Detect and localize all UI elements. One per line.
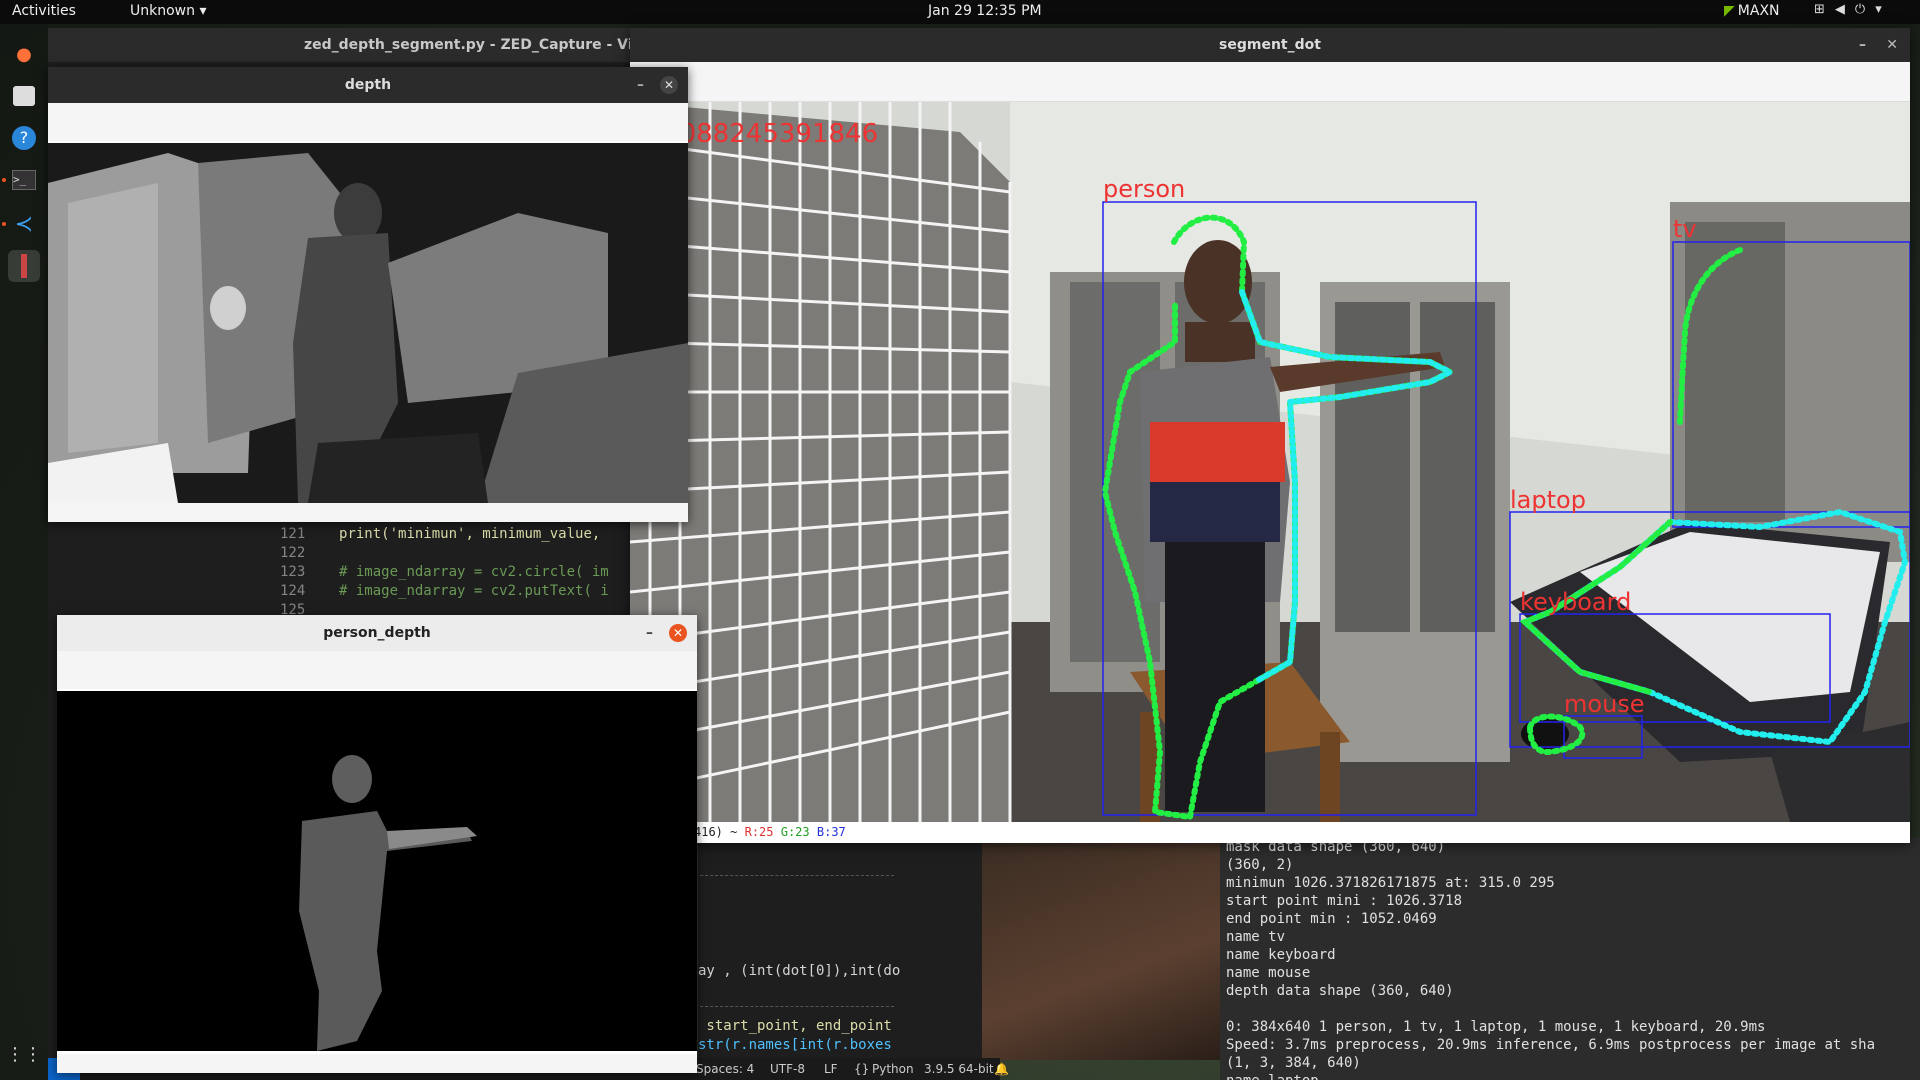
- terminal-line: name keyboard: [1226, 947, 1336, 963]
- segment-dot-titlebar[interactable]: segment_dot – ✕: [630, 28, 1910, 62]
- chevron-down-icon[interactable]: ▾: [1875, 2, 1882, 17]
- depth-titlebar[interactable]: depth – ✕: [48, 67, 688, 103]
- line-number: 123: [280, 564, 306, 580]
- app-menu[interactable]: Unknown ▾: [130, 3, 206, 19]
- terminal-icon[interactable]: >_: [8, 164, 40, 196]
- opencv-toolbar: [48, 103, 688, 141]
- tv-label: tv: [1673, 215, 1697, 243]
- segment-dot-window: segment_dot – ✕ 743088245391846 person t…: [630, 28, 1910, 843]
- power-mode-indicator[interactable]: ◤ MAXN: [1724, 3, 1780, 19]
- code-text: print('minimun', minimum_value,: [339, 526, 609, 542]
- terminal-line: minimun 1026.371826171875 at: 315.0 295: [1226, 875, 1555, 891]
- terminal-line: Speed: 3.7ms preprocess, 20.9ms inferenc…: [1226, 1037, 1876, 1053]
- code-line[interactable]: start_point, end_point: [698, 1018, 891, 1034]
- terminal-line: name mouse: [1226, 965, 1311, 981]
- background-pane: [982, 838, 1220, 1060]
- window-title: person_depth: [323, 625, 431, 641]
- power-mode-label: MAXN: [1737, 3, 1780, 19]
- terminal-line: end point min : 1052.0469: [1226, 911, 1437, 927]
- help-icon[interactable]: ?: [8, 122, 40, 154]
- code-line[interactable]: str(r.names[int(r.boxes: [698, 1037, 892, 1053]
- pixel-r: R:25: [744, 825, 774, 839]
- close-icon[interactable]: ✕: [660, 76, 678, 94]
- code-line[interactable]: 123 # image_ndarray = cv2.circle( im: [280, 564, 609, 580]
- terminal-line: depth data shape (360, 640): [1226, 983, 1454, 999]
- terminal-lines: mask data shape (360, 640) (360, 2) minimu…: [1220, 838, 1920, 1080]
- close-icon[interactable]: ✕: [1886, 28, 1898, 62]
- person-depth-view[interactable]: [57, 691, 697, 1051]
- language-status[interactable]: Python: [872, 1062, 914, 1076]
- volume-icon[interactable]: ◀: [1835, 2, 1845, 17]
- minimize-button[interactable]: –: [637, 67, 644, 103]
- running-indicator: [2, 222, 6, 226]
- close-icon[interactable]: ✕: [669, 624, 687, 642]
- vscode-icon[interactable]: ≺: [8, 208, 40, 240]
- dock-active-app[interactable]: [8, 250, 40, 282]
- depth-map-view[interactable]: [48, 143, 688, 503]
- top-bar: Activities Unknown ▾ Jan 29 12:35 PM ◤ MA…: [0, 0, 1920, 24]
- keyboard-label: keyboard: [1520, 588, 1631, 616]
- person-depth-map: [57, 691, 697, 1051]
- code-text: # image_ndarray = cv2.putText( i: [339, 583, 609, 599]
- dock: ● ? >_ ≺ ⋮⋮: [0, 24, 48, 1080]
- firefox-icon[interactable]: ●: [8, 38, 40, 70]
- divider: [700, 875, 894, 876]
- nvidia-icon: ◤: [1724, 3, 1735, 19]
- window-title: depth: [344, 77, 392, 93]
- person-label: person: [1103, 175, 1185, 203]
- pixel-g: G:23: [780, 825, 810, 839]
- divider: [700, 1006, 894, 1007]
- app-grid-icon[interactable]: ⋮⋮: [6, 1038, 42, 1070]
- network-icon[interactable]: ⊞: [1814, 2, 1825, 17]
- code-line[interactable]: 124 # image_ndarray = cv2.putText( i: [280, 583, 609, 599]
- indent-status[interactable]: Spaces: 4: [696, 1062, 754, 1076]
- window-footer: [48, 503, 688, 522]
- segmentation-scene: 743088245391846 person tv laptop keyboar…: [630, 102, 1910, 822]
- running-indicator: [2, 178, 6, 182]
- minimize-button[interactable]: –: [1859, 28, 1866, 62]
- line-number: 121: [280, 526, 306, 542]
- pixel-status-bar: 416) ~ R:25 G:23 B:37: [630, 822, 1910, 843]
- bell-icon[interactable]: 🔔: [994, 1062, 1009, 1076]
- opencv-toolbar: [630, 62, 1910, 102]
- brace-icon: {}: [854, 1062, 870, 1076]
- encoding-status[interactable]: UTF-8: [770, 1062, 805, 1076]
- window-title: segment_dot: [1219, 37, 1321, 53]
- terminal-output[interactable]: mask data shape (360, 640) (360, 2) minimu…: [1220, 838, 1920, 1080]
- line-number: 124: [280, 583, 306, 599]
- power-icon[interactable]: ⏻: [1855, 2, 1865, 17]
- segmentation-view[interactable]: 743088245391846 person tv laptop keyboar…: [630, 102, 1910, 822]
- depth-window: depth – ✕: [48, 67, 688, 522]
- vscode-title: zed_depth_segment.py - ZED_Capture - Vis…: [48, 28, 632, 62]
- minimize-button[interactable]: –: [646, 615, 653, 651]
- opencv-toolbar: [57, 651, 697, 689]
- system-tray[interactable]: ⊞ ◀ ⏻ ▾: [1814, 2, 1882, 17]
- mouse-shape: [1521, 718, 1569, 750]
- terminal-line: (1, 3, 384, 640): [1226, 1055, 1361, 1071]
- depth-map: [48, 143, 688, 503]
- files-icon[interactable]: [13, 86, 35, 106]
- person-depth-window: person_depth – ✕: [57, 615, 697, 1073]
- pixel-coord: 416) ~: [694, 825, 738, 839]
- terminal-line: start point mini : 1026.3718: [1226, 893, 1463, 909]
- activities-button[interactable]: Activities: [12, 3, 76, 19]
- code-text: # image_ndarray = cv2.circle( im: [339, 564, 609, 580]
- clock[interactable]: Jan 29 12:35 PM: [928, 3, 1042, 19]
- terminal-line: name laptop: [1226, 1072, 1920, 1080]
- mouse-label: mouse: [1564, 690, 1645, 718]
- line-number: 122: [280, 545, 306, 561]
- interpreter-status[interactable]: 3.9.5 64-bit: [924, 1062, 994, 1076]
- terminal-line: (360, 2): [1226, 857, 1294, 873]
- code-line[interactable]: ay , (int(dot[0]),int(do: [698, 963, 900, 979]
- pixel-b: B:37: [816, 825, 846, 839]
- code-line[interactable]: 121 print('minimun', minimum_value,: [280, 526, 609, 542]
- laptop-label: laptop: [1510, 486, 1586, 514]
- window-footer: [57, 1054, 697, 1073]
- person-depth-titlebar[interactable]: person_depth – ✕: [57, 615, 697, 651]
- eol-status[interactable]: LF: [824, 1062, 838, 1076]
- code-line[interactable]: 122: [280, 545, 305, 561]
- terminal-line: 0: 384x640 1 person, 1 tv, 1 laptop, 1 m…: [1226, 1019, 1766, 1035]
- terminal-line: name tv: [1226, 929, 1286, 945]
